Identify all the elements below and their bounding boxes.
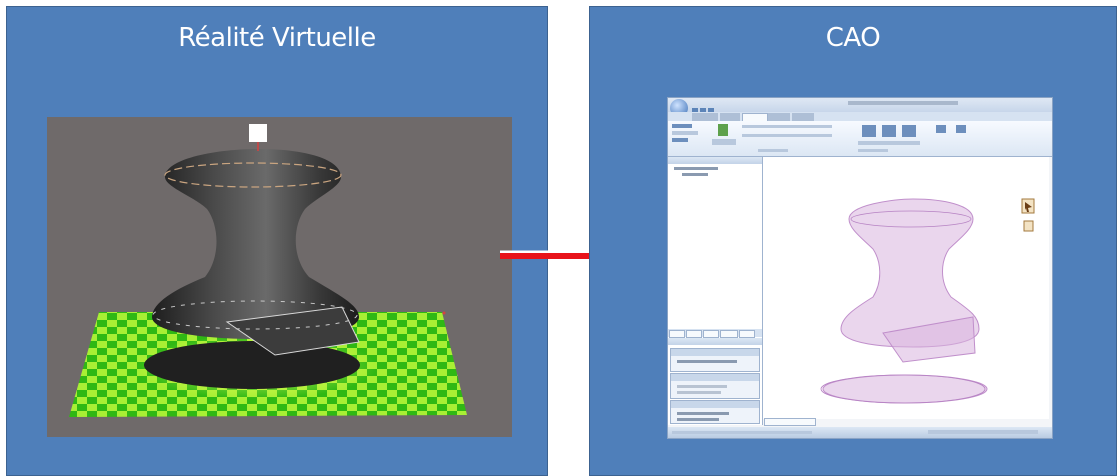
vr-panel: Réalité Virtuelle (6, 6, 548, 476)
cad-software-screenshot (667, 97, 1053, 439)
structure-pane (668, 157, 763, 425)
cad-panel: CAO (589, 6, 1117, 476)
vr-scene (69, 124, 467, 417)
ribbon-tabs (668, 112, 1052, 122)
cad-status-bar (668, 427, 1052, 438)
model-base (144, 341, 360, 389)
vr-marker (249, 124, 267, 142)
cad-window-title (848, 101, 958, 105)
pane-tabs (668, 329, 762, 338)
quick-access-toolbar (692, 101, 732, 114)
cad-3d-model-svg (820, 198, 1035, 404)
sheet-tab (764, 418, 816, 426)
cad-panel-title: CAO (825, 23, 881, 53)
ribbon (668, 121, 1052, 157)
cad-titlebar (668, 98, 1052, 114)
cad-viewport (763, 157, 1049, 419)
vr-panel-title: Réalité Virtuelle (178, 23, 376, 53)
vr-viewport (47, 117, 512, 437)
